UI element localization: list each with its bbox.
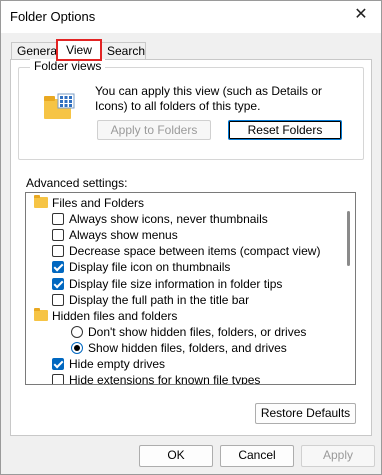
folder-views-group: Folder views You can apply this view (su…: [18, 59, 364, 160]
setting-label: Don't show hidden files, folders, or dri…: [88, 324, 307, 339]
checkbox[interactable]: [52, 293, 64, 306]
setting-label: Always show icons, never thumbnails: [69, 212, 268, 227]
ok-button[interactable]: OK: [139, 445, 213, 467]
setting-label: Hide extensions for known file types: [69, 373, 261, 385]
setting-label: Display file size information in folder …: [69, 276, 283, 291]
setting-label: Files and Folders: [52, 196, 145, 210]
close-icon[interactable]: ✕: [351, 5, 371, 25]
title-bar: Folder Options ✕: [1, 1, 381, 33]
checkbox[interactable]: [52, 213, 64, 226]
scrollbar-thumb[interactable]: [347, 211, 350, 266]
folder-icon: [34, 307, 48, 321]
window-title: Folder Options: [10, 9, 96, 24]
advanced-settings-list[interactable]: Files and Folders Always show icons, neve…: [25, 192, 356, 385]
apply-button[interactable]: Apply: [301, 445, 375, 467]
folder-options-dialog: Folder Options ✕ General View Search Fol…: [0, 0, 382, 475]
restore-defaults-button[interactable]: Restore Defaults: [255, 403, 356, 424]
tab-search[interactable]: Search: [101, 42, 146, 60]
folder-views-legend: Folder views: [30, 59, 106, 73]
folder-views-description: You can apply this view (such as Details…: [95, 84, 323, 113]
setting-label: Display file icon on thumbnails: [69, 260, 231, 275]
folder-views-icon: [44, 93, 75, 119]
tab-view[interactable]: View: [56, 39, 102, 61]
setting-label: Decrease space between items (compact vi…: [69, 244, 321, 259]
setting-label: Hide empty drives: [69, 357, 166, 371]
radio-button[interactable]: [71, 341, 83, 354]
apply-to-folders-button[interactable]: Apply to Folders: [97, 120, 211, 140]
checkbox[interactable]: [52, 374, 64, 384]
checkbox[interactable]: [52, 245, 64, 258]
reset-folders-button[interactable]: Reset Folders: [228, 120, 342, 140]
advanced-settings-label: Advanced settings:: [26, 176, 128, 190]
checkbox[interactable]: [52, 229, 64, 242]
setting-label: Hidden files and folders: [52, 308, 178, 323]
tab-general[interactable]: General: [11, 42, 60, 60]
radio-button[interactable]: [71, 325, 83, 338]
checkbox[interactable]: [52, 358, 64, 370]
setting-label: Always show menus: [69, 228, 178, 243]
tab-strip: General View Search: [1, 39, 381, 61]
setting-label: Show hidden files, folders, and drives: [88, 340, 287, 355]
checkbox[interactable]: [52, 277, 64, 290]
cancel-button[interactable]: Cancel: [220, 445, 294, 467]
folder-icon: [34, 195, 48, 208]
scrollbar[interactable]: [343, 195, 355, 382]
checkbox[interactable]: [52, 261, 64, 274]
setting-label: Display the full path in the title bar: [69, 292, 250, 307]
